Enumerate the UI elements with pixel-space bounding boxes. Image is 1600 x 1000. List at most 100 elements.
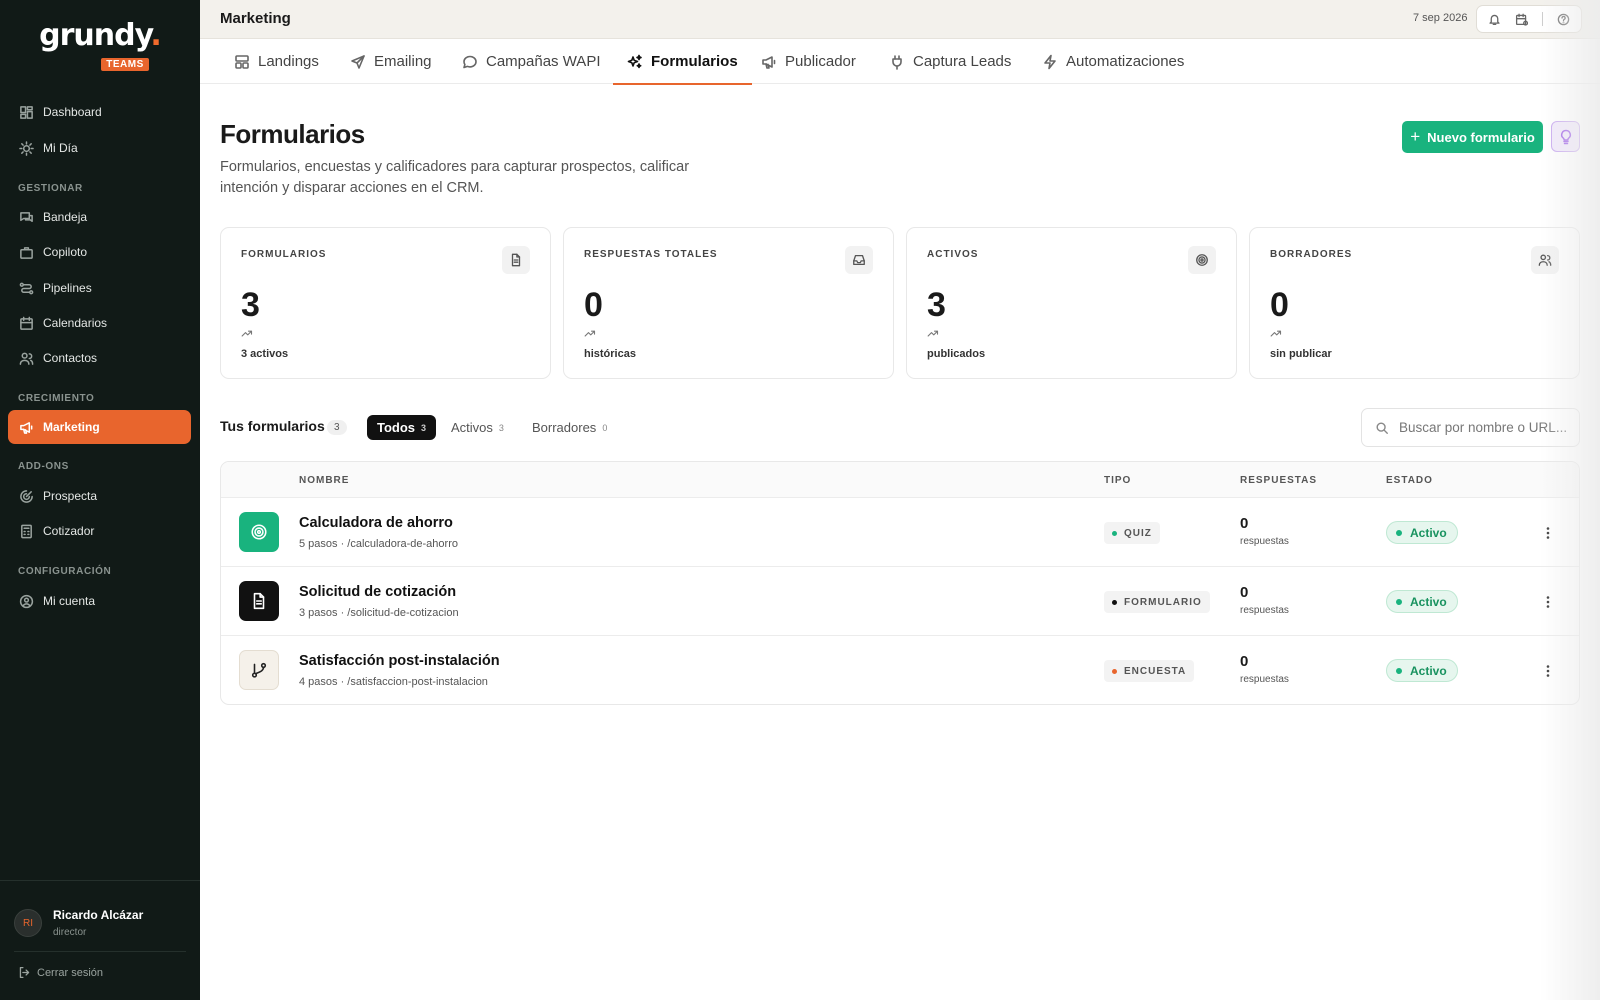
- sidebar-item-label: Cotizador: [43, 524, 95, 538]
- sidebar-item-label: Pipelines: [43, 281, 92, 295]
- filter-activos[interactable]: Activos 3: [441, 415, 514, 440]
- sidebar-divider: [0, 880, 200, 881]
- sidebar-item-mi-cuenta[interactable]: Mi cuenta: [8, 584, 191, 618]
- document-icon: [502, 246, 530, 274]
- stat-card-activos: ACTIVOS 3 publicados: [906, 227, 1237, 379]
- tab-label: Captura Leads: [913, 53, 1012, 70]
- type-label: FORMULARIO: [1124, 596, 1202, 608]
- notifications-icon[interactable]: [1488, 13, 1501, 26]
- new-form-label: Nuevo formulario: [1427, 129, 1535, 145]
- user-profile[interactable]: RI Ricardo Alcázar director: [14, 908, 143, 938]
- topbar-separator: [1542, 12, 1543, 26]
- responses-label: respuestas: [1240, 674, 1289, 685]
- calendar-add-icon[interactable]: [1515, 13, 1528, 26]
- column-header-status: ESTADO: [1386, 475, 1433, 486]
- responses-count: 0: [1240, 515, 1249, 532]
- help-icon[interactable]: [1557, 13, 1570, 26]
- stat-caption: 3 activos: [241, 348, 289, 360]
- sidebar-item-prospecta[interactable]: Prospecta: [8, 479, 191, 513]
- type-label: ENCUESTA: [1124, 665, 1187, 677]
- logo[interactable]: grundy. TEAMS: [0, 18, 200, 72]
- stat-label: FORMULARIOS: [241, 249, 327, 260]
- plug-icon: [889, 54, 905, 70]
- form-name[interactable]: Solicitud de cotización: [299, 584, 456, 600]
- more-options-icon[interactable]: [1538, 592, 1558, 612]
- bolt-icon: [1042, 54, 1058, 70]
- sidebar-item-label: Bandeja: [43, 210, 88, 224]
- sidebar-item-contactos[interactable]: Contactos: [8, 341, 191, 375]
- table-row[interactable]: Satisfacción post-instalación 4 pasos · …: [221, 636, 1579, 704]
- topbar: Marketing 7 sep 2026: [200, 0, 1600, 39]
- sidebar-item-cotizador[interactable]: Cotizador: [8, 514, 191, 548]
- branch-icon: [239, 650, 279, 690]
- tab-label: Landings: [258, 53, 319, 70]
- tab-automatizaciones[interactable]: Automatizaciones: [1042, 39, 1184, 84]
- section-title-add-ons: ADD-ONS: [18, 461, 69, 472]
- status-badge: Activo: [1386, 521, 1458, 544]
- layout-icon: [234, 54, 250, 70]
- logout-label: Cerrar sesión: [37, 966, 104, 979]
- stat-label: ACTIVOS: [927, 249, 979, 260]
- logout-button[interactable]: Cerrar sesión: [18, 966, 103, 979]
- status-dot: [1396, 529, 1402, 536]
- more-options-icon[interactable]: [1538, 661, 1558, 681]
- sidebar: grundy. TEAMS Dashboard Mi Día GESTIONAR…: [0, 0, 200, 1000]
- pipeline-icon: [19, 281, 34, 296]
- form-name[interactable]: Satisfacción post-instalación: [299, 653, 500, 669]
- status-label: Activo: [1410, 663, 1447, 678]
- stat-card-borradores: BORRADORES 0 sin publicar: [1249, 227, 1580, 379]
- more-options-icon[interactable]: [1538, 523, 1558, 543]
- radar-icon: [19, 489, 34, 504]
- filter-count: 3: [498, 422, 504, 433]
- search-box: [1361, 408, 1580, 447]
- sidebar-item-pipelines[interactable]: Pipelines: [8, 271, 191, 305]
- logo-wordmark: grundy: [39, 18, 151, 53]
- megaphone-icon: [19, 420, 34, 435]
- filter-borradores[interactable]: Borradores 0: [522, 415, 617, 440]
- type-badge: FORMULARIO: [1104, 591, 1210, 613]
- marketing-tabs: Landings Emailing Campañas WAPI Formular…: [200, 39, 1600, 85]
- section-title-crecimiento: CRECIMIENTO: [18, 393, 95, 404]
- type-label: QUIZ: [1124, 527, 1152, 539]
- sidebar-item-calendarios[interactable]: Calendarios: [8, 306, 191, 340]
- tab-captura-leads[interactable]: Captura Leads: [889, 39, 1011, 84]
- type-dot: [1112, 530, 1117, 536]
- form-name[interactable]: Calculadora de ahorro: [299, 515, 453, 531]
- new-form-button[interactable]: + Nuevo formulario: [1402, 121, 1543, 153]
- trend-up-icon: [241, 327, 253, 339]
- status-label: Activo: [1410, 525, 1447, 540]
- tab-emailing[interactable]: Emailing: [350, 39, 432, 84]
- sidebar-item-bandeja[interactable]: Bandeja: [8, 200, 191, 234]
- form-meta: 5 pasos · /calculadora-de-ahorro: [299, 538, 458, 550]
- ideas-button[interactable]: [1551, 121, 1580, 152]
- sidebar-item-copiloto[interactable]: Copiloto: [8, 235, 191, 269]
- table-row[interactable]: Calculadora de ahorro 5 pasos · /calcula…: [221, 498, 1579, 567]
- status-dot: [1396, 667, 1402, 674]
- stat-value: 3: [927, 286, 946, 324]
- plus-icon: +: [1410, 127, 1421, 146]
- filter-label: Borradores: [532, 420, 597, 435]
- sidebar-item-mi-dia[interactable]: Mi Día: [8, 131, 191, 165]
- stat-card-formularios: FORMULARIOS 3 3 activos: [220, 227, 551, 379]
- sun-icon: [19, 140, 34, 156]
- tab-publicador[interactable]: Publicador: [761, 39, 856, 84]
- type-dot: [1112, 668, 1117, 674]
- sidebar-item-dashboard[interactable]: Dashboard: [8, 95, 191, 129]
- dashboard-icon: [19, 105, 34, 120]
- section-title-configuracion: CONFIGURACIÓN: [18, 566, 112, 577]
- sidebar-item-marketing[interactable]: Marketing: [8, 410, 191, 444]
- users-icon: [1531, 246, 1559, 274]
- stat-value: 0: [1270, 286, 1289, 324]
- column-header-responses: RESPUESTAS: [1240, 475, 1318, 486]
- filter-todos[interactable]: Todos 3: [367, 415, 437, 440]
- tab-formularios[interactable]: Formularios: [613, 39, 752, 85]
- tab-campanas-wapi[interactable]: Campañas WAPI: [462, 39, 601, 84]
- filter-count: 3: [421, 422, 427, 433]
- tab-landings[interactable]: Landings: [234, 39, 319, 84]
- search-input[interactable]: [1399, 420, 1569, 435]
- status-label: Activo: [1410, 594, 1447, 609]
- table-row[interactable]: Solicitud de cotización 3 pasos · /solic…: [221, 567, 1579, 636]
- sidebar-item-label: Prospecta: [43, 489, 98, 503]
- status-badge: Activo: [1386, 659, 1458, 682]
- inbox-chat-icon: [19, 210, 34, 225]
